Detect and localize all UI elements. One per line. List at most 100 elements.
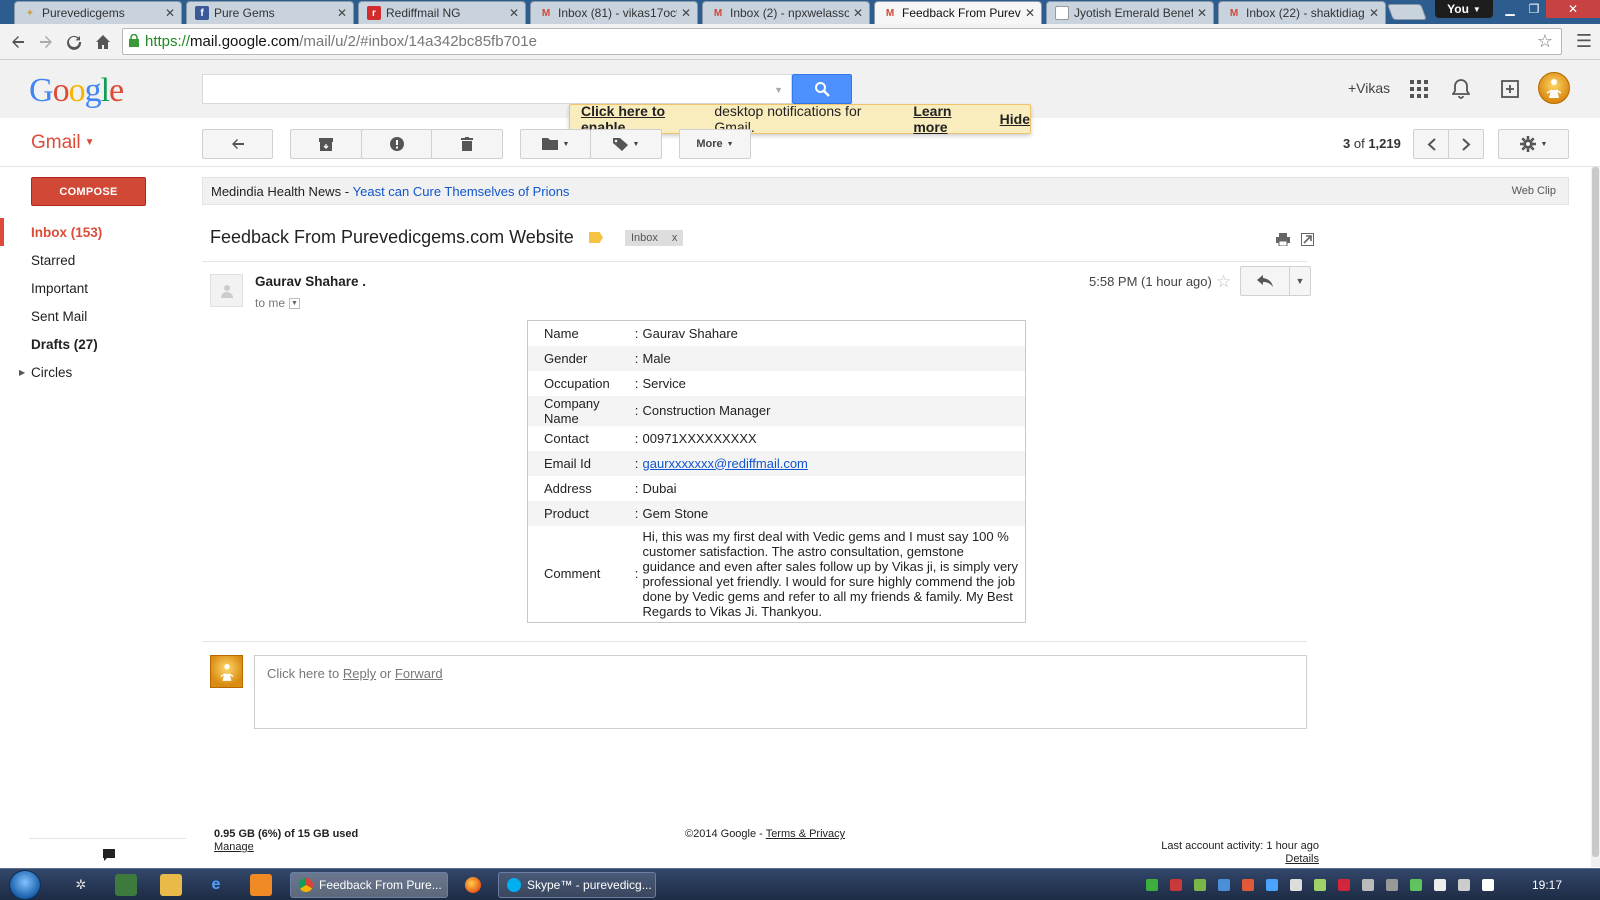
maximize-window-button[interactable]: ❐ [1522,0,1546,18]
browser-tab-1[interactable]: f Pure Gems ✕ [186,1,354,24]
reply-button[interactable] [1240,266,1290,296]
sidebar-item-starred[interactable]: Starred [0,246,190,274]
sidebar-item-inbox[interactable]: Inbox (153) [0,218,190,246]
tray-icon[interactable] [1314,879,1326,891]
newer-button[interactable] [1413,129,1449,159]
browser-tab-4[interactable]: M Inbox (2) - npxwelasso ✕ [702,1,870,24]
forward-link[interactable]: Forward [395,666,443,681]
inbox-label-chip[interactable]: Inbox x [625,230,684,246]
address-bar[interactable]: https://mail.google.com/mail/u/2/#inbox/… [122,28,1562,55]
sidebar-item-important[interactable]: Important [0,274,190,302]
show-details-chevron-icon[interactable]: ▼ [289,297,301,309]
profile-button[interactable]: You ▼ [1435,0,1493,18]
activity-details-link[interactable]: Details [1285,853,1319,865]
close-icon[interactable]: ✕ [1197,6,1207,20]
bluetooth-icon[interactable] [1266,879,1278,891]
older-button[interactable] [1448,129,1484,159]
tray-icon[interactable] [1218,879,1230,891]
tray-icon[interactable] [1146,879,1158,891]
share-plus-icon[interactable] [1499,78,1521,100]
tray-icon[interactable] [1194,879,1206,891]
new-tab-button[interactable] [1387,4,1427,20]
account-avatar[interactable] [1538,72,1570,104]
settings-tool-icon[interactable]: ✲ [70,874,92,896]
close-window-button[interactable]: ✕ [1546,0,1600,18]
taskbar-task-chrome[interactable]: Feedback From Pure... [290,872,448,898]
settings-button[interactable]: ▼ [1498,129,1569,159]
taskbar-clock[interactable]: 19:17 [1532,878,1562,892]
tray-icon[interactable] [1386,879,1398,891]
report-spam-button[interactable] [361,129,432,159]
reload-icon[interactable] [64,32,84,52]
scrollbar-thumb[interactable] [1592,167,1599,857]
close-icon[interactable]: ✕ [1025,6,1035,20]
search-button[interactable] [792,74,852,104]
web-clip-headline-link[interactable]: Yeast can Cure Themselves of Prions [353,184,570,199]
bookmark-star-icon[interactable]: ☆ [1537,31,1553,52]
more-actions-button[interactable]: More ▼ [679,129,751,159]
message-more-options-button[interactable]: ▼ [1289,266,1311,296]
sidebar-item-drafts[interactable]: Drafts (27) [0,330,190,358]
sidebar-item-circles[interactable]: ▶ Circles [0,358,190,386]
app-icon[interactable] [115,874,137,896]
sender-name[interactable]: Gaurav Shahare . [255,274,366,289]
tray-icon[interactable] [1242,879,1254,891]
browser-tab-3[interactable]: M Inbox (81) - vikas17oct ✕ [530,1,698,24]
internet-explorer-icon[interactable]: e [205,874,227,896]
expand-triangle-icon[interactable]: ▶ [19,368,25,377]
page-scrollbar[interactable] [1591,167,1600,867]
home-icon[interactable] [93,32,113,52]
close-icon[interactable]: ✕ [853,6,863,20]
chrome-menu-icon[interactable]: ☰ [1575,32,1593,50]
hide-link[interactable]: Hide [1000,111,1030,127]
search-input[interactable]: ▼ [202,74,792,104]
print-icon[interactable] [1275,231,1291,247]
chat-button[interactable] [94,843,124,867]
star-icon[interactable]: ☆ [1216,272,1231,292]
web-clip-label[interactable]: Web Clip [1512,185,1556,197]
forward-arrow-icon[interactable] [36,32,56,52]
usb-device-icon[interactable] [1290,879,1302,891]
labels-button[interactable]: ▼ [590,129,662,159]
tray-shield-icon[interactable] [1170,879,1182,891]
back-to-inbox-button[interactable] [202,129,273,159]
sidebar-item-sent-mail[interactable]: Sent Mail [0,302,190,330]
close-icon[interactable]: ✕ [337,6,347,20]
back-arrow-icon[interactable] [8,32,28,52]
close-icon[interactable]: ✕ [509,6,519,20]
move-to-button[interactable]: ▼ [520,129,591,159]
new-window-icon[interactable] [1299,231,1315,247]
taskbar-task-skype[interactable]: Skype™ - purevedicg... [498,872,656,898]
browser-tab-2[interactable]: r Rediffmail NG ✕ [358,1,526,24]
terms-privacy-link[interactable]: Terms & Privacy [766,828,845,840]
archive-button[interactable] [290,129,362,159]
minimize-window-button[interactable]: ▁ [1498,0,1522,18]
reply-link[interactable]: Reply [343,666,376,681]
search-options-chevron-icon[interactable]: ▼ [774,85,783,95]
email-link[interactable]: gaurxxxxxxx@rediffmail.com [643,456,808,471]
compose-button[interactable]: COMPOSE [31,177,146,206]
browser-tab-0[interactable]: ✦ Purevedicgems ✕ [14,1,182,24]
close-icon[interactable]: ✕ [165,6,175,20]
delete-button[interactable] [431,129,503,159]
browser-tab-6[interactable]: Jyotish Emerald Benefi ✕ [1046,1,1214,24]
file-explorer-icon[interactable] [160,874,182,896]
apps-grid-icon[interactable] [1408,78,1430,100]
start-button[interactable] [9,870,41,900]
browser-tab-7[interactable]: M Inbox (22) - shaktidiag ✕ [1218,1,1386,24]
account-plus-link[interactable]: +Vikas [1348,80,1390,96]
google-logo[interactable]: Google [29,72,124,110]
remove-label-icon[interactable]: x [672,232,678,244]
importance-marker-icon[interactable] [589,232,603,243]
web-clip-source[interactable]: Medindia Health News [211,184,341,199]
close-icon[interactable]: ✕ [1369,6,1379,20]
close-icon[interactable]: ✕ [681,6,691,20]
tray-icon[interactable] [1410,879,1422,891]
network-signal-icon[interactable] [1458,879,1470,891]
volume-icon[interactable] [1434,879,1446,891]
tray-icon[interactable] [1338,879,1350,891]
firefox-icon[interactable] [462,874,484,896]
notifications-bell-icon[interactable] [1450,78,1472,100]
learn-more-link[interactable]: Learn more [913,103,988,135]
reply-box[interactable]: Click here to Reply or Forward [254,655,1307,729]
